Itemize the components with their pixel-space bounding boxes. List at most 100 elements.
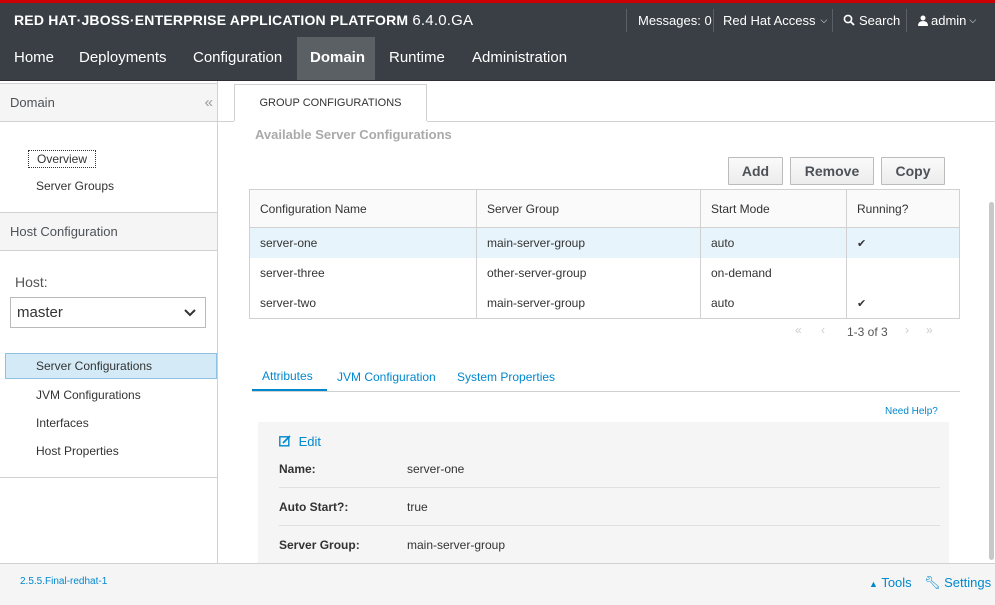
- column-header-configuration-name[interactable]: Configuration Name: [249, 189, 477, 228]
- attribute-value: main-server-group: [407, 538, 506, 552]
- chevron-down-icon: ⌵: [820, 14, 828, 25]
- tab-group-configurations[interactable]: GROUP CONFIGURATIONS: [234, 84, 427, 122]
- edit-label: Edit: [298, 434, 322, 449]
- sidebar-host-config-header: Host Configuration: [0, 212, 217, 251]
- sidebar-item-jvm-configurations[interactable]: JVM Configurations: [36, 388, 141, 402]
- edit-link[interactable]: Edit: [279, 434, 321, 449]
- search-icon: [843, 14, 855, 26]
- table-header-row: Configuration Name Server Group Start Mo…: [249, 189, 960, 228]
- divider: [0, 477, 217, 478]
- sidebar-domain-title: Domain: [10, 95, 55, 110]
- check-icon: ✔: [846, 227, 960, 258]
- cell-start-mode: on-demand: [700, 258, 847, 288]
- pager-status: 1-3 of 3: [847, 325, 888, 339]
- cell-server-group: main-server-group: [476, 288, 701, 319]
- chevron-down-icon: ⌵: [969, 14, 977, 25]
- red-hat-access-label: Red Hat Access: [723, 12, 816, 28]
- nav-runtime[interactable]: Runtime: [376, 37, 458, 80]
- sidebar-item-server-configurations[interactable]: Server Configurations: [5, 353, 217, 379]
- sidebar-item-host-properties[interactable]: Host Properties: [36, 444, 119, 458]
- edit-icon: [279, 435, 291, 447]
- version-link[interactable]: 2.5.5.Final-redhat-1: [20, 576, 107, 587]
- tab-attributes[interactable]: Attributes: [262, 369, 313, 383]
- messages-link[interactable]: Messages: 0: [638, 3, 712, 37]
- nav-deployments[interactable]: Deployments: [66, 37, 180, 80]
- check-icon: ✔: [846, 288, 960, 319]
- section-title: Available Server Configurations: [255, 127, 452, 142]
- table-row[interactable]: server-two main-server-group auto ✔: [249, 288, 960, 319]
- messages-label: Messages: 0: [638, 12, 712, 28]
- top-bar: RED HAT·JBOSS·ENTERPRISE APPLICATION PLA…: [0, 0, 995, 37]
- next-page-icon[interactable]: ›: [905, 323, 909, 337]
- need-help-link[interactable]: Need Help?: [885, 406, 938, 417]
- sidebar-host-config-title: Host Configuration: [10, 224, 118, 239]
- red-hat-access-menu[interactable]: Red Hat Access ⌵: [723, 3, 827, 37]
- sidebar-item-server-groups[interactable]: Server Groups: [36, 179, 114, 193]
- search-link[interactable]: Search: [843, 3, 900, 37]
- first-page-icon[interactable]: «: [795, 323, 802, 337]
- sidebar-item-overview[interactable]: Overview: [28, 150, 97, 168]
- caret-up-icon: ▲: [869, 579, 878, 589]
- remove-button[interactable]: Remove: [790, 157, 874, 185]
- product-version: 6.4.0.GA: [412, 12, 474, 29]
- sidebar: Domain « Overview Server Groups Host Con…: [0, 81, 218, 563]
- user-icon: [918, 15, 928, 26]
- host-value: master: [17, 304, 63, 321]
- add-button[interactable]: Add: [728, 157, 783, 185]
- table-row[interactable]: server-one main-server-group auto ✔: [249, 227, 960, 258]
- collapse-icon[interactable]: «: [205, 84, 213, 122]
- server-config-table: Configuration Name Server Group Start Mo…: [249, 189, 960, 319]
- nav-home[interactable]: Home: [1, 37, 67, 80]
- cell-server-group: main-server-group: [476, 227, 701, 258]
- sidebar-item-interfaces[interactable]: Interfaces: [36, 416, 89, 430]
- attribute-row-auto-start: Auto Start?: true: [279, 488, 940, 526]
- sidebar-domain-header: Domain «: [0, 83, 217, 122]
- attribute-label: Server Group:: [279, 538, 360, 552]
- wrench-icon: 🔧︎: [924, 575, 941, 590]
- nav-configuration[interactable]: Configuration: [180, 37, 295, 80]
- scrollbar[interactable]: [989, 202, 994, 560]
- nav-administration[interactable]: Administration: [459, 37, 580, 80]
- nav-domain[interactable]: Domain: [297, 37, 375, 80]
- divider: [252, 391, 960, 392]
- brand-title: RED HAT·JBOSS·ENTERPRISE APPLICATION PLA…: [14, 12, 473, 29]
- search-label: Search: [859, 12, 901, 28]
- host-label: Host:: [15, 274, 48, 290]
- prev-page-icon[interactable]: ‹: [821, 323, 825, 337]
- tab-jvm-configuration[interactable]: JVM Configuration: [337, 370, 436, 384]
- tab-system-properties[interactable]: System Properties: [457, 370, 555, 384]
- attribute-label: Name:: [279, 462, 316, 476]
- last-page-icon[interactable]: »: [926, 323, 933, 337]
- divider: [906, 9, 907, 32]
- main-nav: Home Deployments Configuration Domain Ru…: [0, 37, 995, 81]
- chevron-down-icon: [184, 309, 196, 317]
- cell-config-name: server-two: [249, 288, 477, 319]
- attributes-panel: Edit Name: server-one Auto Start?: true …: [258, 422, 949, 563]
- column-header-start-mode[interactable]: Start Mode: [700, 189, 847, 228]
- divider: [713, 9, 714, 32]
- tools-label: Tools: [881, 575, 912, 590]
- tools-link[interactable]: ▲ Tools: [869, 575, 912, 590]
- user-menu[interactable]: admin ⌵: [918, 3, 976, 37]
- tab-gap: [234, 121, 427, 122]
- cell-server-group: other-server-group: [476, 258, 701, 288]
- attribute-row-name: Name: server-one: [279, 450, 940, 488]
- settings-link[interactable]: 🔧︎ Settings: [924, 575, 991, 591]
- cell-config-name: server-one: [249, 227, 477, 258]
- divider: [626, 9, 627, 32]
- settings-label: Settings: [944, 575, 992, 590]
- copy-button[interactable]: Copy: [881, 157, 945, 185]
- cell-running: [846, 258, 960, 288]
- table-row[interactable]: server-three other-server-group on-deman…: [249, 258, 960, 288]
- brand-name: RED HAT·JBOSS·ENTERPRISE APPLICATION PLA…: [14, 12, 409, 28]
- attribute-label: Auto Start?:: [279, 500, 349, 514]
- divider: [832, 9, 833, 32]
- column-header-server-group[interactable]: Server Group: [476, 189, 701, 228]
- footer: 2.5.5.Final-redhat-1 ▲ Tools 🔧︎ Settings: [0, 563, 995, 605]
- attribute-value: server-one: [407, 462, 465, 476]
- column-header-running[interactable]: Running?: [846, 189, 960, 228]
- host-select[interactable]: master: [10, 297, 206, 328]
- attribute-value: true: [407, 500, 428, 514]
- cell-start-mode: auto: [700, 227, 847, 258]
- cell-start-mode: auto: [700, 288, 847, 319]
